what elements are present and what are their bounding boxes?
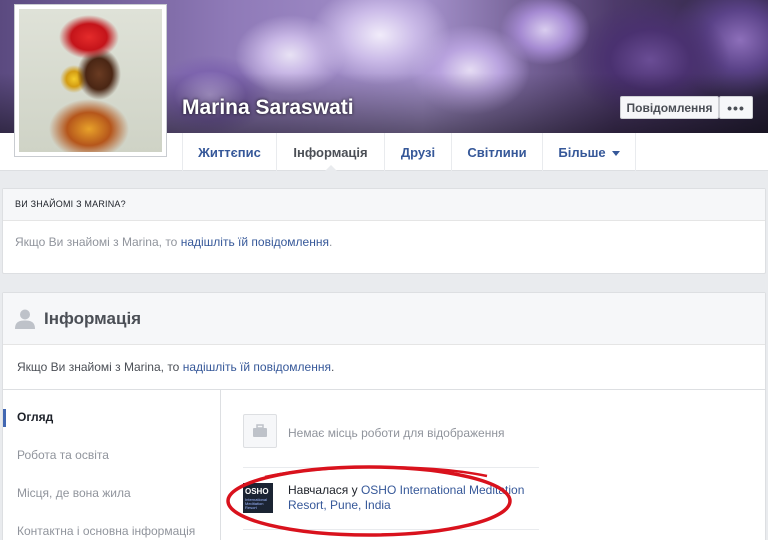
message-button[interactable]: Повідомлення: [620, 96, 719, 119]
know-her-card: ВИ ЗНАЙОМІ З MARINA? Якщо Ви знайомі з M…: [2, 188, 766, 274]
person-icon: [15, 309, 35, 329]
send-message-link[interactable]: надішліть їй повідомлення: [181, 235, 329, 249]
more-options-button[interactable]: •••: [719, 96, 753, 119]
know-her-text-before: Якщо Ви знайомі з Marina, то: [15, 235, 181, 249]
profile-picture[interactable]: [14, 4, 167, 157]
briefcase-icon: [243, 414, 277, 448]
education-prefix: Навчалася у: [288, 483, 361, 497]
tab-timeline[interactable]: Життєпис: [182, 133, 277, 171]
about-send-message-link[interactable]: надішліть їй повідомлення: [183, 360, 331, 374]
about-header: Інформація: [3, 293, 765, 345]
sidebar-item-contact-info[interactable]: Контактна і основна інформація: [3, 516, 221, 540]
sidebar-item-overview[interactable]: Огляд: [3, 402, 221, 432]
about-overview-content: Немає місць роботи для відображення OSHO…: [222, 390, 767, 540]
sidebar-item-work-education[interactable]: Робота та освіта: [3, 440, 221, 470]
education-row: OSHO International Meditation Resort Нав…: [243, 470, 539, 530]
about-notice-before: Якщо Ви знайомі з Marina, то: [17, 360, 183, 374]
profile-name[interactable]: Marina Saraswati: [182, 96, 354, 120]
tab-more-label: Більше: [558, 144, 606, 160]
about-notice: Якщо Ви знайомі з Marina, то надішліть ї…: [3, 345, 765, 390]
school-logo-subtitle: International Meditation Resort: [245, 497, 268, 510]
education-text: Навчалася у OSHO International Meditatio…: [288, 483, 528, 513]
tab-about-label: Інформація: [293, 144, 368, 160]
know-her-heading: ВИ ЗНАЙОМІ З MARINA?: [3, 189, 765, 221]
tab-timeline-label: Життєпис: [198, 144, 261, 160]
tab-photos[interactable]: Світлини: [452, 133, 543, 171]
profile-photo: [19, 9, 162, 152]
know-her-text: Якщо Ви знайомі з Marina, то надішліть ї…: [3, 221, 765, 249]
tab-friends-label: Друзі: [400, 144, 436, 160]
tab-more[interactable]: Більше: [543, 133, 636, 171]
no-workplaces-text: Немає місць роботи для відображення: [288, 426, 505, 440]
tab-friends[interactable]: Друзі: [385, 133, 452, 171]
tab-photos-label: Світлини: [467, 144, 527, 160]
about-notice-after: .: [330, 360, 335, 374]
school-logo[interactable]: OSHO International Meditation Resort: [243, 483, 273, 513]
school-logo-title: OSHO: [245, 487, 269, 496]
briefcase-glyph: [253, 424, 267, 437]
chevron-down-icon: [611, 150, 620, 156]
sidebar-item-places-lived[interactable]: Місця, де вона жила: [3, 478, 221, 508]
know-her-text-after: .: [328, 235, 333, 249]
work-row: Немає місць роботи для відображення: [243, 408, 539, 468]
about-title: Інформація: [44, 309, 142, 328]
about-sidebar: Огляд Робота та освіта Місця, де вона жи…: [3, 390, 221, 540]
about-card: Інформація Якщо Ви знайомі з Marina, то …: [2, 292, 766, 540]
tab-about[interactable]: Інформація: [277, 133, 385, 172]
